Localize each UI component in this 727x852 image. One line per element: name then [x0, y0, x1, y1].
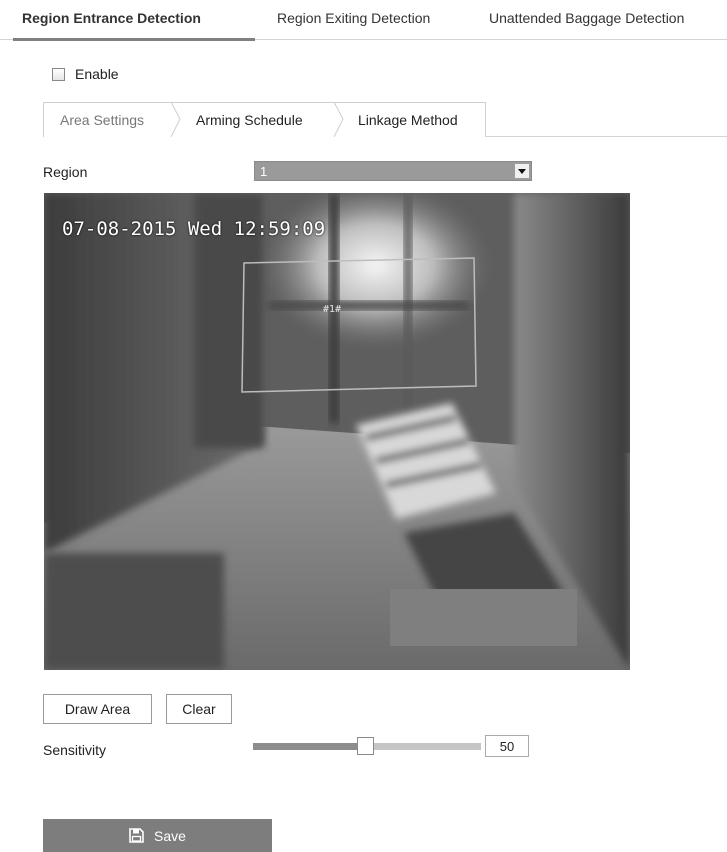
sensitivity-value-field[interactable]: 50: [485, 735, 529, 757]
tab-area-settings[interactable]: Area Settings: [60, 112, 144, 128]
region-number-tag: #1#: [323, 304, 342, 315]
save-button-label: Save: [154, 827, 186, 844]
tab-arming-schedule[interactable]: Arming Schedule: [196, 112, 303, 128]
tab-region-entrance-detection[interactable]: Region Entrance Detection: [22, 10, 201, 26]
masked-area-block: [390, 589, 577, 646]
floppy-disk-icon: [129, 828, 144, 843]
tab-region-exiting-detection[interactable]: Region Exiting Detection: [277, 10, 430, 26]
sensitivity-slider[interactable]: [253, 737, 481, 755]
clear-button[interactable]: Clear: [166, 694, 232, 724]
osd-date: 07-08-2015: [62, 218, 177, 240]
osd-day: Wed: [187, 218, 223, 240]
tab-unattended-baggage-detection[interactable]: Unattended Baggage Detection: [489, 10, 684, 26]
enable-label: Enable: [75, 66, 119, 82]
chevron-down-icon[interactable]: [514, 163, 530, 179]
video-timestamp-overlay: 07-08-2015 Wed 12:59:09: [62, 218, 325, 240]
region-select[interactable]: 1: [254, 161, 532, 181]
tab-separator-icon: [170, 102, 181, 137]
slider-fill: [253, 743, 365, 750]
slider-thumb[interactable]: [357, 737, 374, 755]
region-select-value: 1: [260, 164, 268, 179]
detection-type-tabs: Region Entrance Detection Region Exiting…: [0, 0, 727, 41]
enable-row: Enable: [52, 64, 119, 84]
settings-tabs: Area Settings Arming Schedule Linkage Me…: [43, 102, 727, 137]
tab-separator-icon: [333, 102, 344, 137]
sensitivity-label: Sensitivity: [43, 742, 107, 758]
active-tab-indicator: [13, 38, 255, 41]
enable-checkbox[interactable]: [52, 67, 65, 81]
save-button[interactable]: Save: [43, 819, 272, 852]
draw-area-button[interactable]: Draw Area: [43, 694, 152, 724]
live-video-view[interactable]: #1# 07-08-2015 Wed 12:59:09: [44, 193, 630, 670]
slider-track: [365, 743, 481, 750]
osd-time: 12:59:09: [233, 218, 326, 240]
region-label: Region: [43, 164, 88, 180]
tab-linkage-method[interactable]: Linkage Method: [358, 112, 458, 128]
